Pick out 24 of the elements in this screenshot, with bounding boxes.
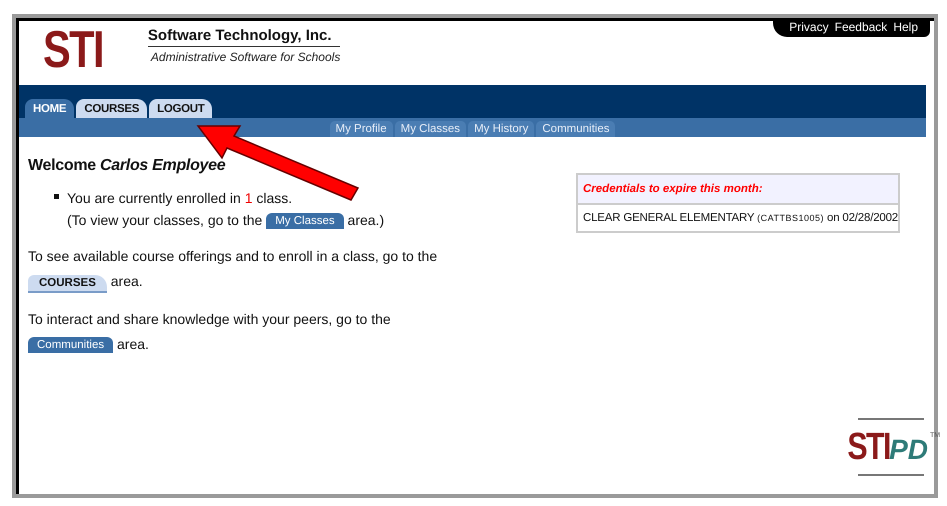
sub-nav-item[interactable]: My Classes	[394, 121, 466, 137]
top-link[interactable]: Help	[893, 20, 918, 34]
nav-tab[interactable]: HOME	[25, 99, 74, 118]
communities-button[interactable]: Communities	[28, 337, 114, 353]
top-link[interactable]: Feedback	[834, 20, 888, 34]
top-link[interactable]: Privacy	[789, 20, 829, 34]
company-name: Software Technology, Inc.	[148, 27, 340, 47]
sub-nav-item[interactable]: My Profile	[330, 121, 393, 137]
credential-item: CLEAR GENERAL ELEMENTARY (CATTBS1005) on 02/28/2002	[582, 211, 898, 226]
tagline: Administrative Software for Schools	[150, 50, 340, 64]
my-classes-button[interactable]: My Classes	[266, 213, 344, 229]
sub-nav-item[interactable]: My History	[468, 121, 534, 137]
instruction-text: To see available course offerings and to enroll in a class, go to the COURSES area.	[28, 244, 576, 294]
credentials-title: Credentials to expire this month:	[578, 175, 898, 205]
nav-tab[interactable]: COURSES	[76, 99, 148, 118]
enrollment-text: You are currently enrolled in 1 class.	[67, 189, 294, 208]
instruction-text: To interact and share knowledge with your peers, go to the Communities area.	[28, 310, 392, 355]
welcome-heading: Welcome Carlos Employee	[28, 157, 226, 175]
nav-tab[interactable]: LOGOUT	[149, 99, 212, 118]
sub-nav-item[interactable]: Communities	[536, 121, 616, 137]
bullet-icon	[54, 194, 59, 199]
instruction-text: (To view your classes, go to the My Classes area.)	[67, 211, 384, 231]
logo: STI	[43, 24, 103, 76]
courses-button[interactable]: COURSES	[28, 275, 107, 293]
